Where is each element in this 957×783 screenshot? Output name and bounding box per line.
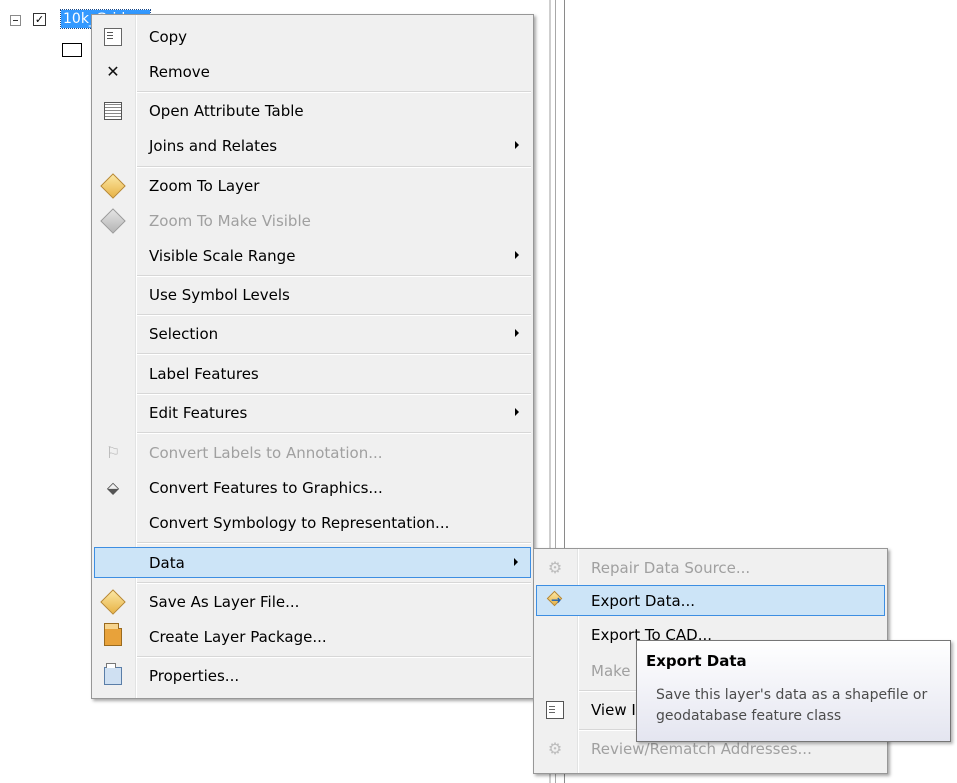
properties-icon bbox=[104, 663, 122, 685]
menu-item-visible-scale-range[interactable]: Visible Scale Range bbox=[94, 240, 531, 271]
menu-separator bbox=[137, 353, 531, 355]
menu-separator bbox=[137, 582, 531, 584]
menu-separator bbox=[137, 275, 531, 277]
menu-item-convert-symbology-to-representation[interactable]: Convert Symbology to Representation... bbox=[94, 507, 531, 538]
submenu-arrow-icon bbox=[515, 141, 519, 149]
menu-item-properties[interactable]: Properties... bbox=[94, 660, 531, 691]
menu-item-data[interactable]: Data bbox=[94, 547, 531, 578]
menu-separator bbox=[137, 542, 531, 544]
copy-icon bbox=[104, 28, 122, 46]
submenu-arrow-icon bbox=[515, 329, 519, 337]
repair-data-icon: ⚙ bbox=[547, 558, 563, 577]
zoom-to-layer-icon bbox=[100, 173, 126, 199]
menu-item-export-data[interactable]: Export Data... bbox=[536, 585, 885, 616]
menu-item-copy[interactable]: Copy bbox=[94, 21, 531, 52]
submenu-arrow-icon bbox=[514, 558, 518, 566]
layer-context-menu: Copy ✕ Remove Open Attribute Table Joins… bbox=[91, 14, 534, 699]
menu-item-repair-data-source: ⚙ Repair Data Source... bbox=[547, 558, 751, 578]
layer-visibility-checkbox[interactable]: ✓ bbox=[33, 13, 46, 26]
menu-item-use-symbol-levels[interactable]: Use Symbol Levels bbox=[94, 279, 531, 310]
menu-separator bbox=[137, 91, 531, 93]
menu-item-joins-and-relates[interactable]: Joins and Relates bbox=[94, 130, 531, 161]
menu-separator bbox=[137, 432, 531, 434]
layer-symbol-swatch bbox=[62, 43, 82, 57]
menu-item-convert-features-to-graphics[interactable]: ⬙ Convert Features to Graphics... bbox=[94, 472, 531, 503]
layer-file-icon bbox=[100, 589, 126, 615]
attribute-table-icon bbox=[104, 102, 122, 120]
export-data-icon bbox=[547, 591, 565, 611]
menu-separator bbox=[137, 314, 531, 316]
layer-package-icon bbox=[104, 623, 122, 646]
menu-item-save-as-layer-file[interactable]: Save As Layer File... bbox=[94, 586, 531, 617]
review-addresses-icon: ⚙ bbox=[547, 739, 563, 758]
submenu-arrow-icon bbox=[515, 408, 519, 416]
menu-item-create-layer-package[interactable]: Create Layer Package... bbox=[94, 621, 531, 652]
menu-item-remove[interactable]: ✕ Remove bbox=[94, 56, 531, 87]
menu-separator bbox=[137, 393, 531, 395]
tooltip-title: Export Data bbox=[646, 652, 747, 670]
menu-item-zoom-to-make-visible: Zoom To Make Visible bbox=[94, 205, 531, 236]
menu-item-zoom-to-layer[interactable]: Zoom To Layer bbox=[94, 170, 531, 201]
menu-item-open-attribute-table[interactable]: Open Attribute Table bbox=[94, 95, 531, 126]
menu-item-label-features[interactable]: Label Features bbox=[94, 358, 531, 389]
menu-separator bbox=[137, 656, 531, 658]
menu-separator bbox=[137, 166, 531, 168]
menu-item-selection[interactable]: Selection bbox=[94, 318, 531, 349]
menu-item-convert-labels-to-annotation: ⚐ Convert Labels to Annotation... bbox=[105, 443, 383, 463]
convert-graphics-icon: ⬙ bbox=[106, 478, 120, 497]
zoom-to-make-visible-icon bbox=[100, 208, 126, 234]
tree-collapse-icon[interactable] bbox=[10, 15, 21, 26]
submenu-arrow-icon bbox=[515, 251, 519, 259]
remove-x-icon: ✕ bbox=[106, 62, 120, 81]
view-description-icon bbox=[546, 701, 564, 719]
tooltip-body: Save this layer's data as a shapefile or… bbox=[656, 687, 928, 724]
export-data-tooltip: Export Data Save this layer's data as a … bbox=[636, 640, 951, 742]
menu-item-edit-features[interactable]: Edit Features bbox=[94, 397, 531, 428]
convert-labels-icon: ⚐ bbox=[105, 443, 121, 462]
